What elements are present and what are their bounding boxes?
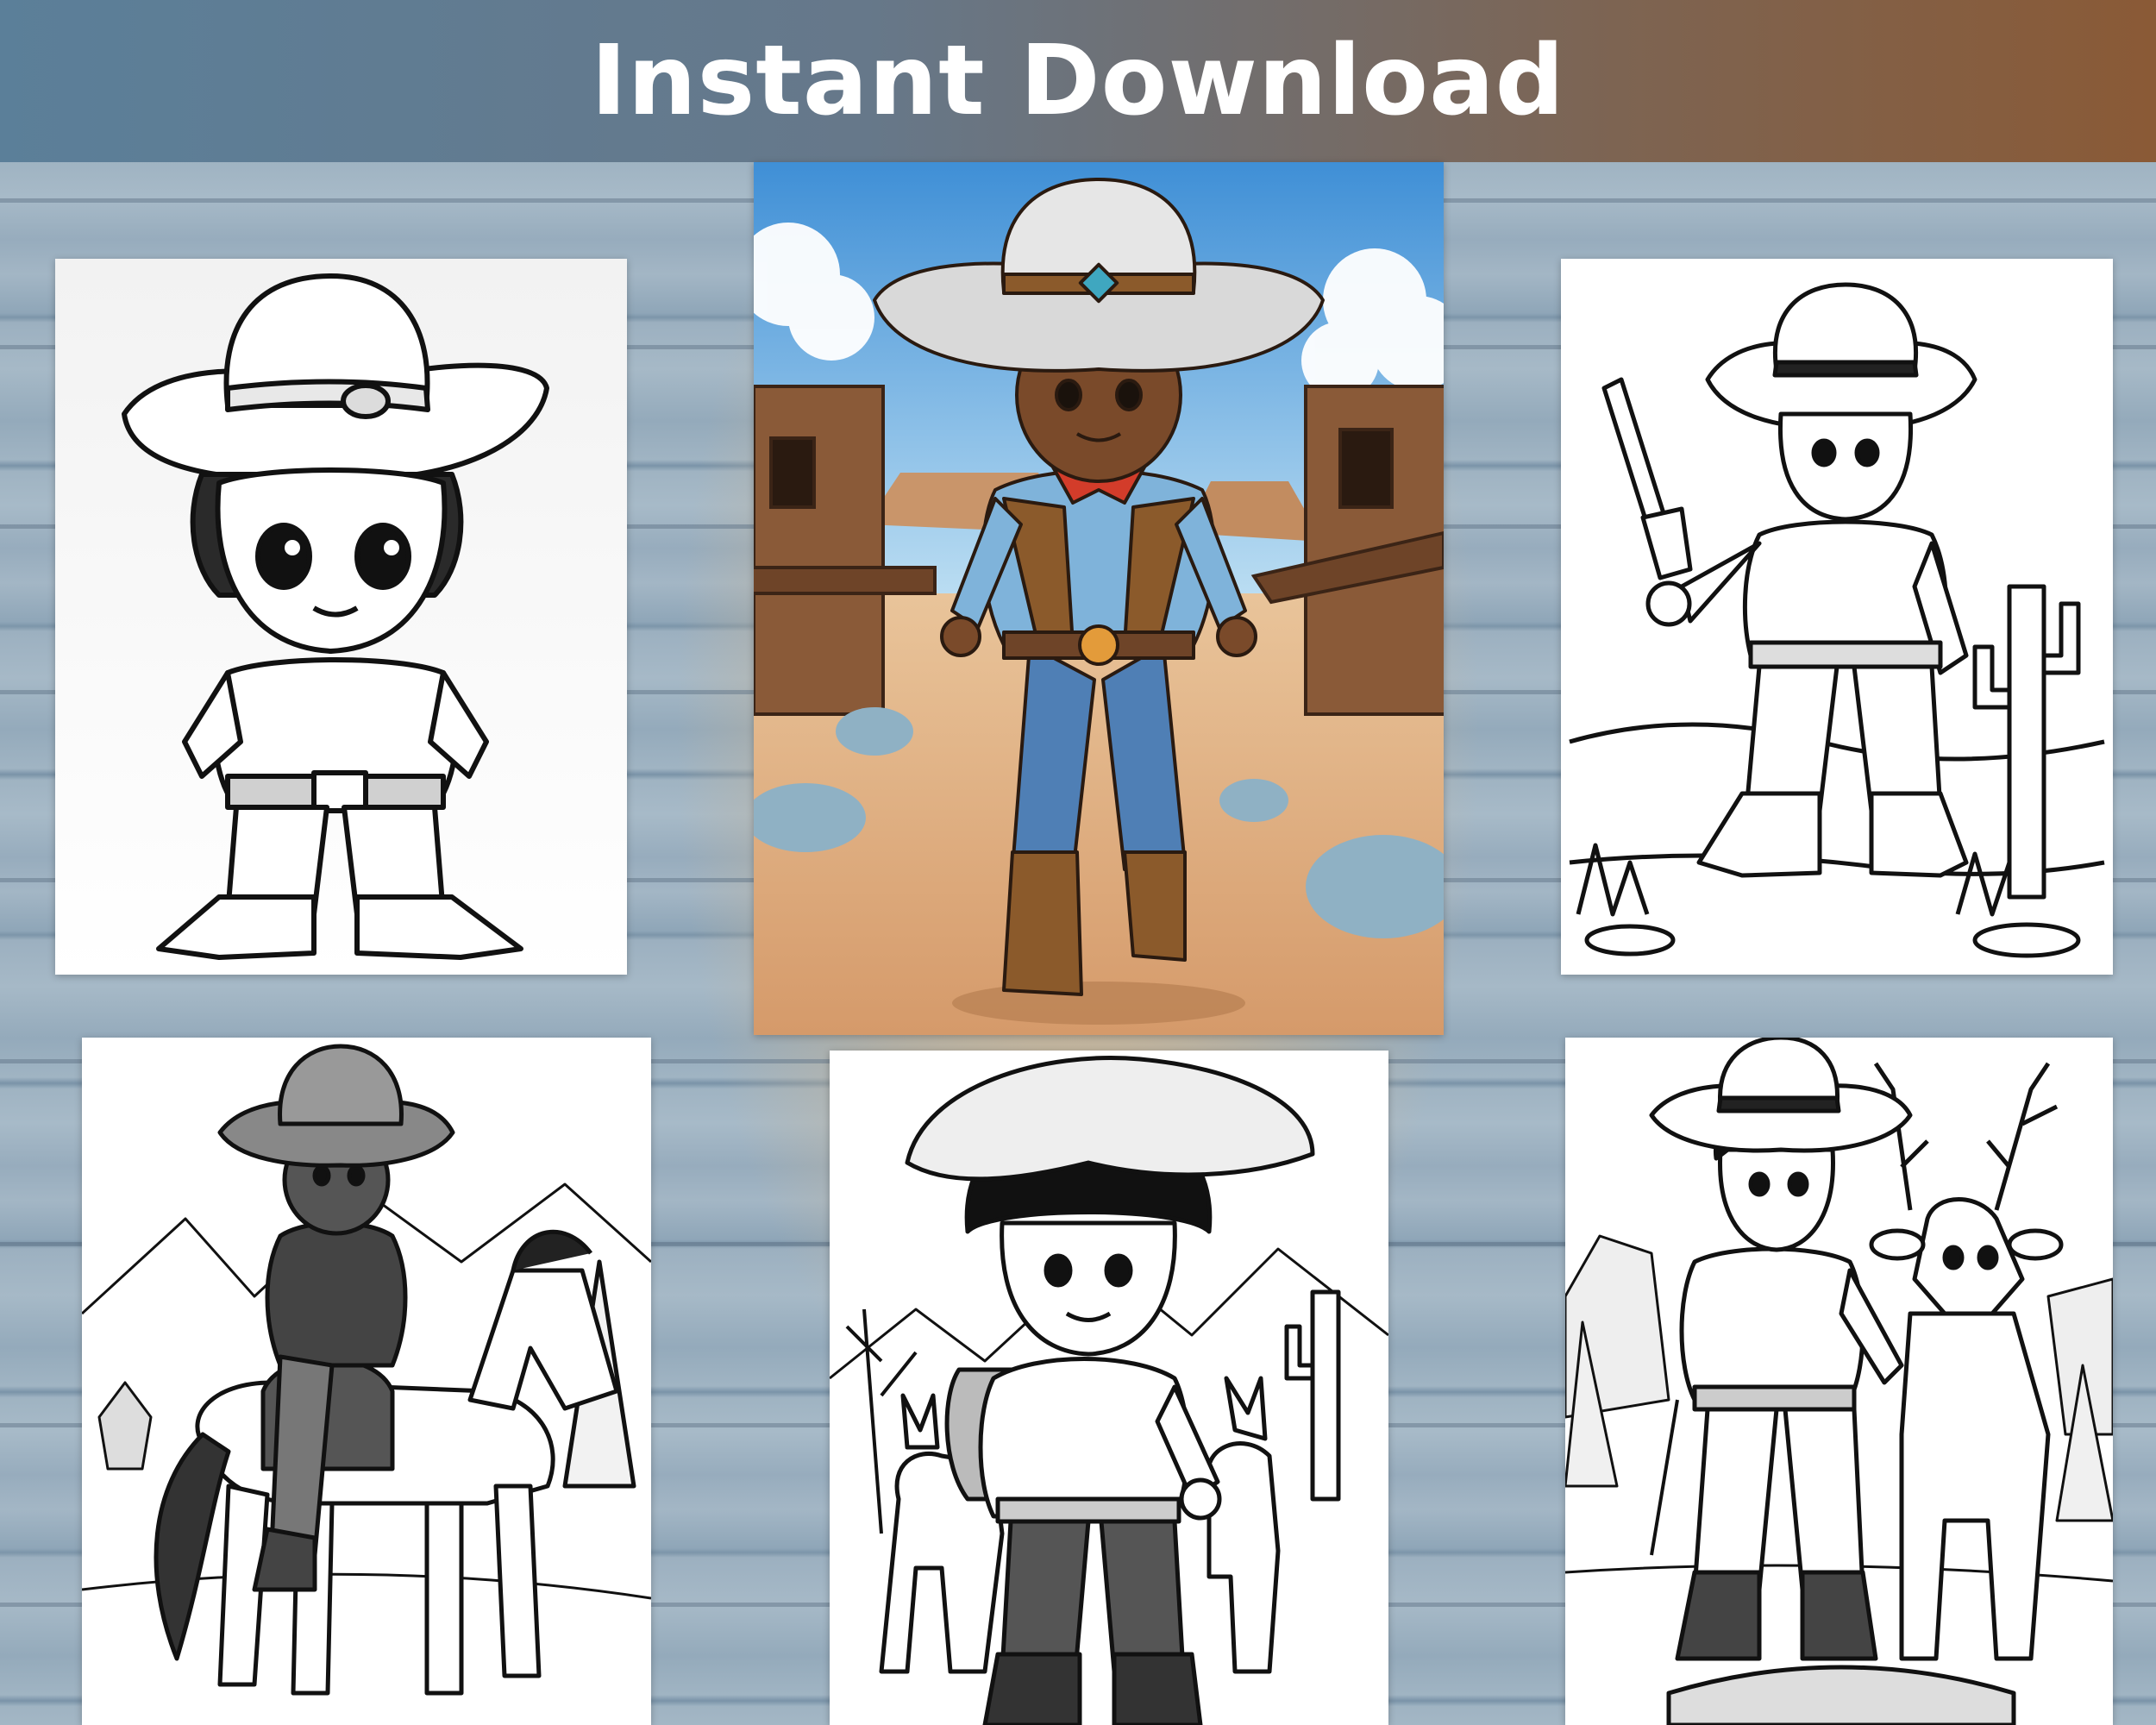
coloring-page-cowboy-portrait bbox=[55, 259, 627, 975]
cowboy-portrait-illustration bbox=[122, 273, 549, 960]
coloring-page-cowboy-horse bbox=[82, 1038, 651, 1725]
banner-title: Instant Download bbox=[591, 25, 1565, 137]
coloring-page-cowboy-donkeys bbox=[830, 1051, 1388, 1725]
banner: Instant Download bbox=[0, 0, 2156, 162]
coloring-page-cowboy-revolver bbox=[1561, 259, 2113, 975]
cowboy-revolver-illustration bbox=[1569, 282, 2105, 958]
coloring-page-cowboy-deer bbox=[1565, 1038, 2113, 1725]
color-preview-cowboy-ghost-town bbox=[754, 162, 1444, 1035]
cowboy-deer-illustration bbox=[1565, 1038, 2113, 1725]
cowboy-horse-illustration bbox=[82, 1044, 651, 1696]
cowboy-ghost-town-illustration bbox=[754, 162, 1444, 1035]
cowboy-donkeys-illustration bbox=[830, 1056, 1388, 1725]
